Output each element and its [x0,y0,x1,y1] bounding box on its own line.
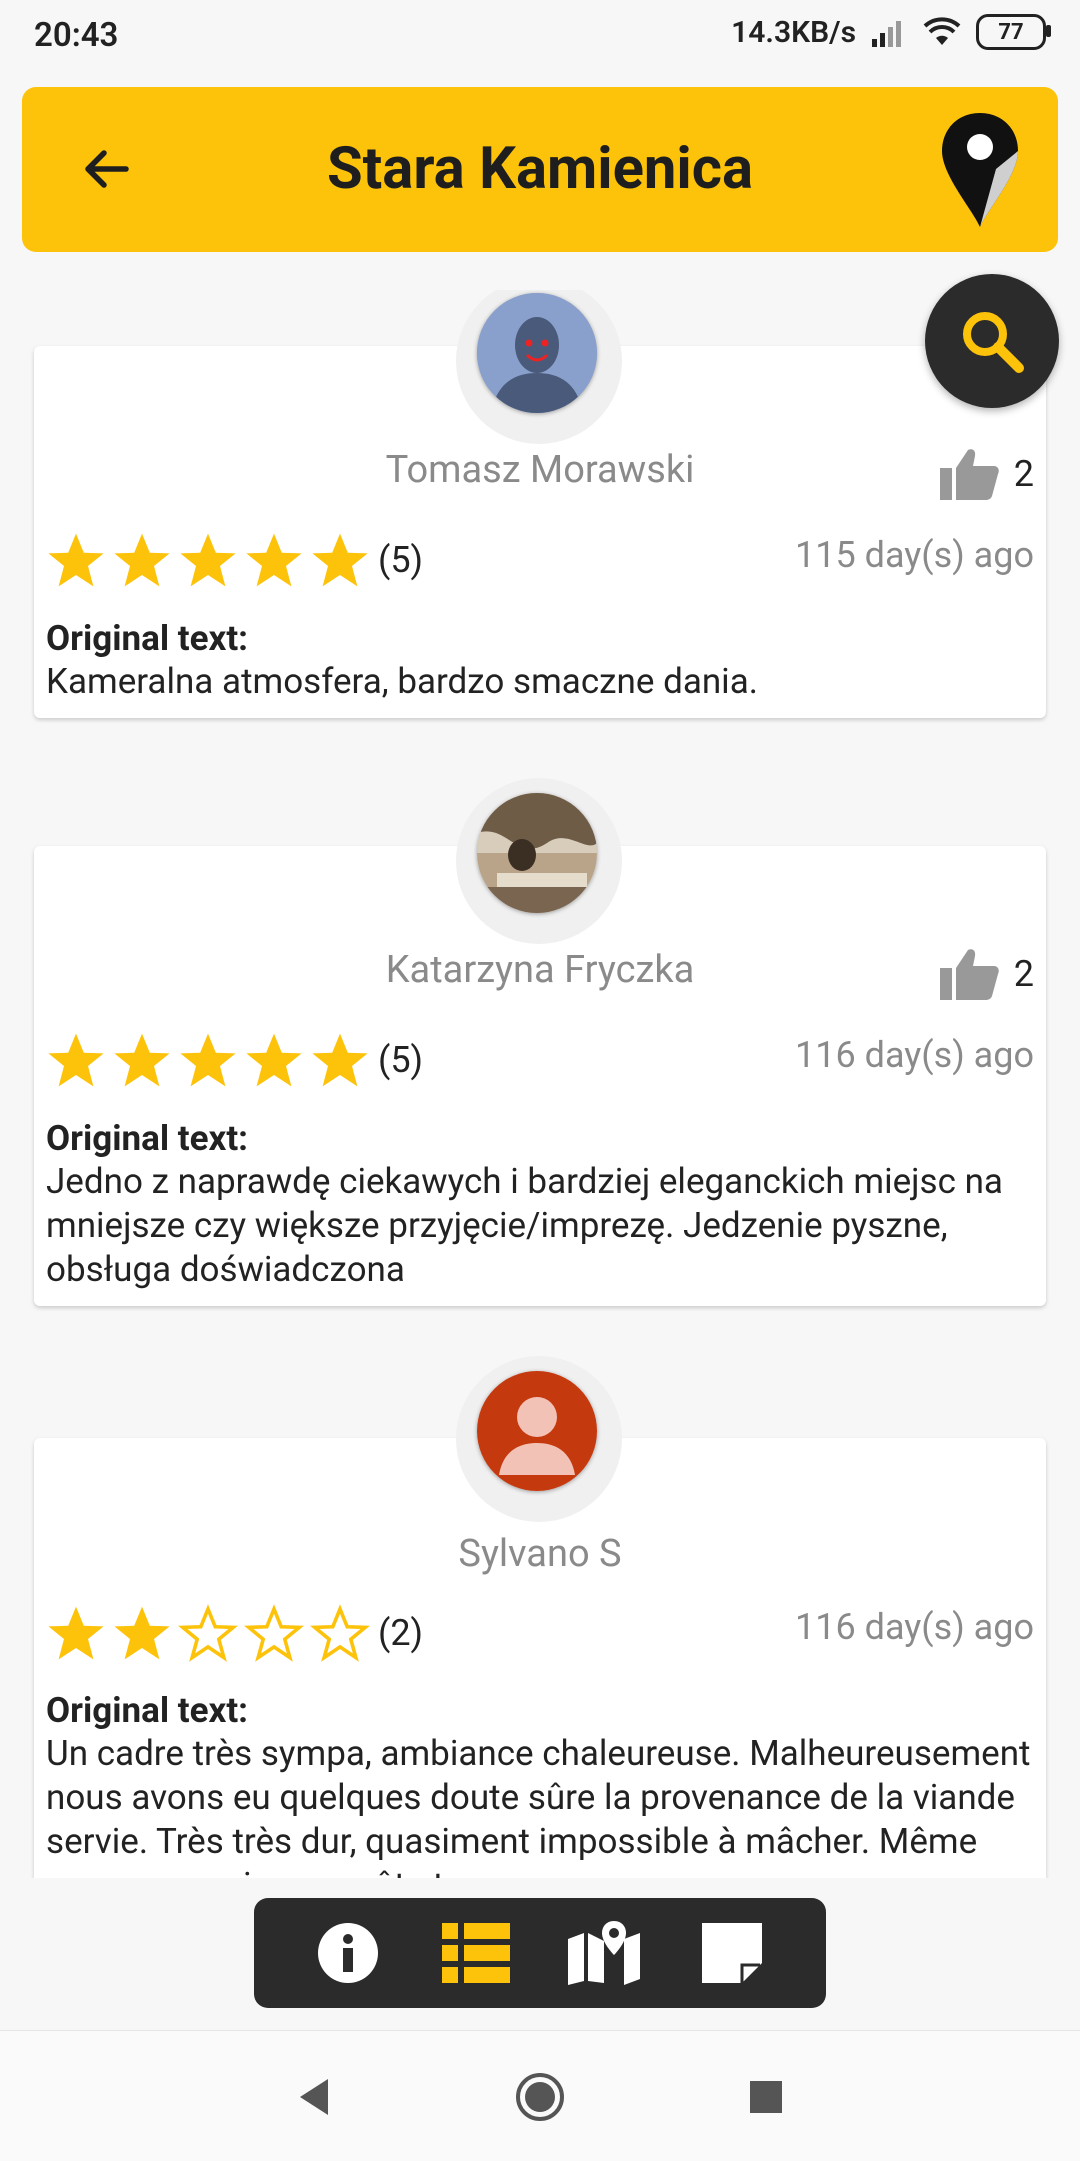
star-empty-icon [244,1604,304,1662]
original-text-label: Original text: [46,618,249,659]
review-text: Un cadre très sympa, ambiance chaleureus… [46,1733,1031,1878]
star-empty-icon [310,1604,370,1662]
star-filled-icon [48,533,104,587]
info-tab[interactable] [308,1913,388,1993]
star-filled-icon [180,1033,236,1087]
like-count: 2 [1013,953,1034,995]
star-filled-icon [114,533,170,587]
review-text: Kameralna atmosfera, bardzo smaczne dani… [46,661,758,702]
wifi-icon [923,17,961,45]
list-tab[interactable] [436,1913,516,1993]
star-empty-icon [178,1604,238,1662]
original-text-label: Original text: [46,1690,249,1731]
rating-stars: (2) [46,1604,423,1662]
info-icon [318,1923,378,1983]
star-filled-icon [48,1033,104,1087]
search-icon [963,312,1024,373]
review-text: Jedno z naprawdę ciekawych i bardziej el… [46,1161,1003,1290]
reviewer-name: Sylvano S [458,1532,622,1576]
rating-stars: (5) [46,531,423,589]
star-filled-icon [48,1606,104,1660]
signal-icon [872,21,901,47]
app-bar: Stara Kamienica [22,87,1058,252]
avatar [456,778,622,944]
star-filled-icon [114,1033,170,1087]
review-date: 116 day(s) ago [795,1034,1034,1076]
map-pin-icon [942,113,1018,227]
star-filled-icon [180,533,236,587]
status-bar: 20:43 14.3KB/s 77 [0,0,1080,80]
rating-count: (5) [378,539,424,581]
page-title: Stara Kamienica [326,135,754,203]
status-icons: 14.3KB/s 77 [731,14,1051,50]
nav-back-icon[interactable] [284,2067,344,2127]
thumbs-up-icon[interactable] [938,446,1000,502]
review-date: 115 day(s) ago [795,534,1034,576]
battery-icon: 77 [976,14,1051,50]
like-counter[interactable]: 2 [938,946,1034,1002]
original-text-label: Original text: [46,1118,249,1159]
reviewer-name: Katarzyna Fryczka [385,948,695,992]
net-speed: 14.3KB/s [731,14,856,50]
thumbs-up-icon[interactable] [938,946,1000,1002]
avatar [456,1356,622,1522]
avatar-image [477,793,597,913]
bottom-toolbar [254,1898,826,2008]
nav-home-icon[interactable] [510,2067,570,2127]
star-filled-icon [246,1033,302,1087]
star-filled-icon [312,1033,368,1087]
map-tab[interactable] [564,1913,644,1993]
list-icon [442,1923,510,1983]
status-time: 20:43 [34,16,119,55]
rating-count: (2) [378,1612,424,1654]
note-icon [702,1923,762,1983]
avatar-image [477,293,597,413]
star-filled-icon [312,533,368,587]
reviews-list[interactable]: Tomasz Morawski 2 (5) 115 day(s) ago Ori… [0,290,1080,1878]
star-filled-icon [114,1606,170,1660]
map-icon [568,1921,640,1985]
rating-stars: (5) [46,1031,423,1089]
note-tab[interactable] [692,1913,772,1993]
avatar-image [477,1371,597,1491]
like-count: 2 [1013,453,1034,495]
search-button[interactable] [925,274,1059,408]
nav-recents-icon[interactable] [736,2067,796,2127]
star-filled-icon [246,533,302,587]
system-nav-bar [0,2030,1080,2161]
rating-count: (5) [378,1039,424,1081]
reviewer-name: Tomasz Morawski [385,448,695,492]
review-date: 116 day(s) ago [795,1606,1034,1648]
like-counter[interactable]: 2 [938,446,1034,502]
